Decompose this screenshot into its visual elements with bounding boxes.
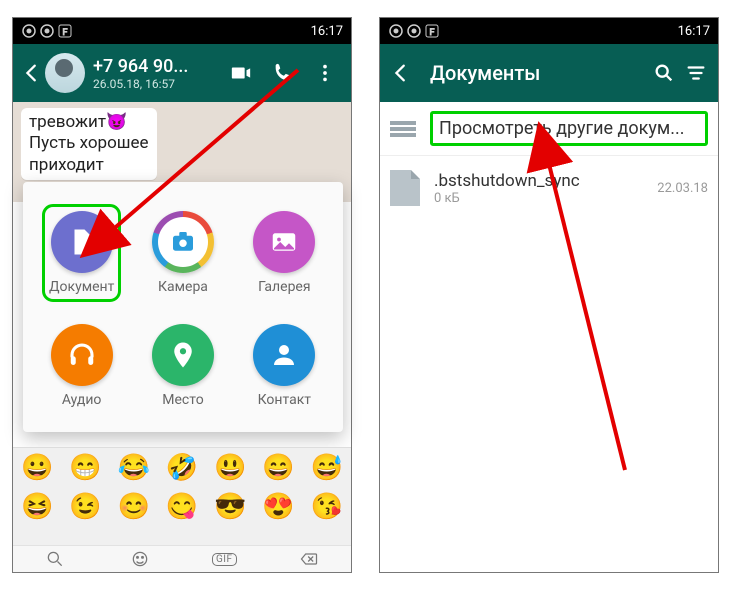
emoji-keyboard-footer: GIF: [13, 545, 351, 572]
chat-last-seen: 26.05.18, 16:57: [93, 77, 229, 91]
back-button[interactable]: [386, 62, 416, 84]
browse-other-documents[interactable]: Просмотреть другие докум...: [380, 102, 718, 156]
camera-icon: [168, 227, 198, 257]
chat-header: +7 964 90... 26.05.18, 16:57: [13, 44, 351, 102]
documents-title: Документы: [430, 61, 648, 85]
message-line: Пусть хорошее: [29, 133, 149, 154]
chat-contact-name: +7 964 90...: [93, 56, 229, 77]
attach-audio-label: Аудио: [62, 392, 102, 408]
emoji-cell[interactable]: 😎: [206, 492, 254, 522]
document-icon: [67, 227, 97, 257]
location-pin-icon: [168, 340, 198, 370]
file-row[interactable]: .bstshutdown_sync 0 кБ 22.03.18: [380, 156, 718, 220]
emoji-cell[interactable]: 😉: [61, 492, 109, 522]
svg-text:F: F: [430, 28, 435, 38]
attach-gallery[interactable]: Галерея: [253, 211, 315, 295]
statusbar-app-icon: [21, 23, 37, 39]
avatar[interactable]: [45, 53, 85, 93]
emoji-cell[interactable]: 😊: [110, 492, 158, 522]
attach-document-label: Документ: [49, 279, 114, 295]
back-button[interactable]: [19, 44, 45, 102]
statusbar-time: 16:17: [678, 24, 710, 39]
file-size: 0 кБ: [434, 191, 657, 206]
attach-location[interactable]: Место: [152, 324, 214, 408]
voice-call-button[interactable]: [271, 61, 295, 85]
statusbar-time: 16:17: [311, 24, 343, 39]
emoji-cell[interactable]: 😁: [61, 453, 109, 483]
emoji-cell[interactable]: 😋: [158, 492, 206, 522]
emoji-cell[interactable]: 😃: [206, 453, 254, 483]
search-button[interactable]: [648, 62, 680, 84]
file-date: 22.03.18: [657, 181, 708, 196]
status-bar: F 16:17: [380, 18, 718, 44]
browse-other-documents-label: Просмотреть другие докум...: [430, 111, 708, 146]
statusbar-app-icon: [388, 23, 404, 39]
attach-contact-label: Контакт: [258, 392, 311, 408]
emoji-search-button[interactable]: [43, 549, 67, 569]
chat-title-block[interactable]: +7 964 90... 26.05.18, 16:57: [93, 56, 229, 91]
storage-icon: [390, 119, 416, 139]
emoji-cell[interactable]: 😄: [254, 453, 302, 483]
file-icon: [390, 170, 420, 206]
statusbar-app-icon: [406, 23, 422, 39]
attach-contact[interactable]: Контакт: [253, 324, 315, 408]
emoji-keyboard[interactable]: 😀😁😂🤣😃😄😅 😆😉😊😋😎😍😘: [13, 447, 351, 545]
statusbar-app-icon: [39, 23, 55, 39]
menu-button[interactable]: [313, 61, 337, 85]
statusbar-app-icon: F: [424, 23, 440, 39]
message-line: приходит: [29, 155, 149, 176]
incoming-message[interactable]: тревожит😈 Пусть хорошее приходит: [21, 108, 157, 180]
file-name: .bstshutdown_sync: [434, 171, 657, 191]
emoji-cell[interactable]: 😀: [13, 453, 61, 483]
emoji-cell[interactable]: 😆: [13, 492, 61, 522]
emoji-cell[interactable]: 🤣: [158, 453, 206, 483]
attach-camera-label: Камера: [158, 279, 208, 295]
emoji-tab-button[interactable]: [128, 549, 152, 569]
attach-document[interactable]: Документ: [49, 211, 114, 295]
person-icon: [269, 340, 299, 370]
attach-gallery-label: Галерея: [258, 279, 310, 295]
message-line: тревожит😈: [29, 112, 149, 133]
attach-location-label: Место: [162, 392, 203, 408]
gif-tab-button[interactable]: GIF: [212, 549, 236, 569]
attachment-sheet: Документ Камера Галерея Аудио Место Конт…: [23, 182, 343, 432]
sort-button[interactable]: [680, 62, 712, 84]
statusbar-app-icon: F: [57, 23, 73, 39]
documents-header: Документы: [380, 44, 718, 102]
emoji-cell[interactable]: 😂: [110, 453, 158, 483]
attach-camera[interactable]: Камера: [152, 211, 214, 295]
emoji-cell[interactable]: 😅: [303, 453, 351, 483]
phone-right: F 16:17 Документы Просмотреть другие док…: [379, 17, 719, 573]
emoji-cell[interactable]: 😍: [254, 492, 302, 522]
backspace-button[interactable]: [297, 549, 321, 569]
documents-body: Просмотреть другие докум... .bstshutdown…: [380, 102, 718, 220]
headphones-icon: [67, 340, 97, 370]
status-bar: F 16:17: [13, 18, 351, 44]
video-call-button[interactable]: [229, 61, 253, 85]
gallery-icon: [269, 227, 299, 257]
svg-text:F: F: [63, 28, 68, 38]
emoji-cell[interactable]: 😘: [303, 492, 351, 522]
attach-audio[interactable]: Аудио: [51, 324, 113, 408]
